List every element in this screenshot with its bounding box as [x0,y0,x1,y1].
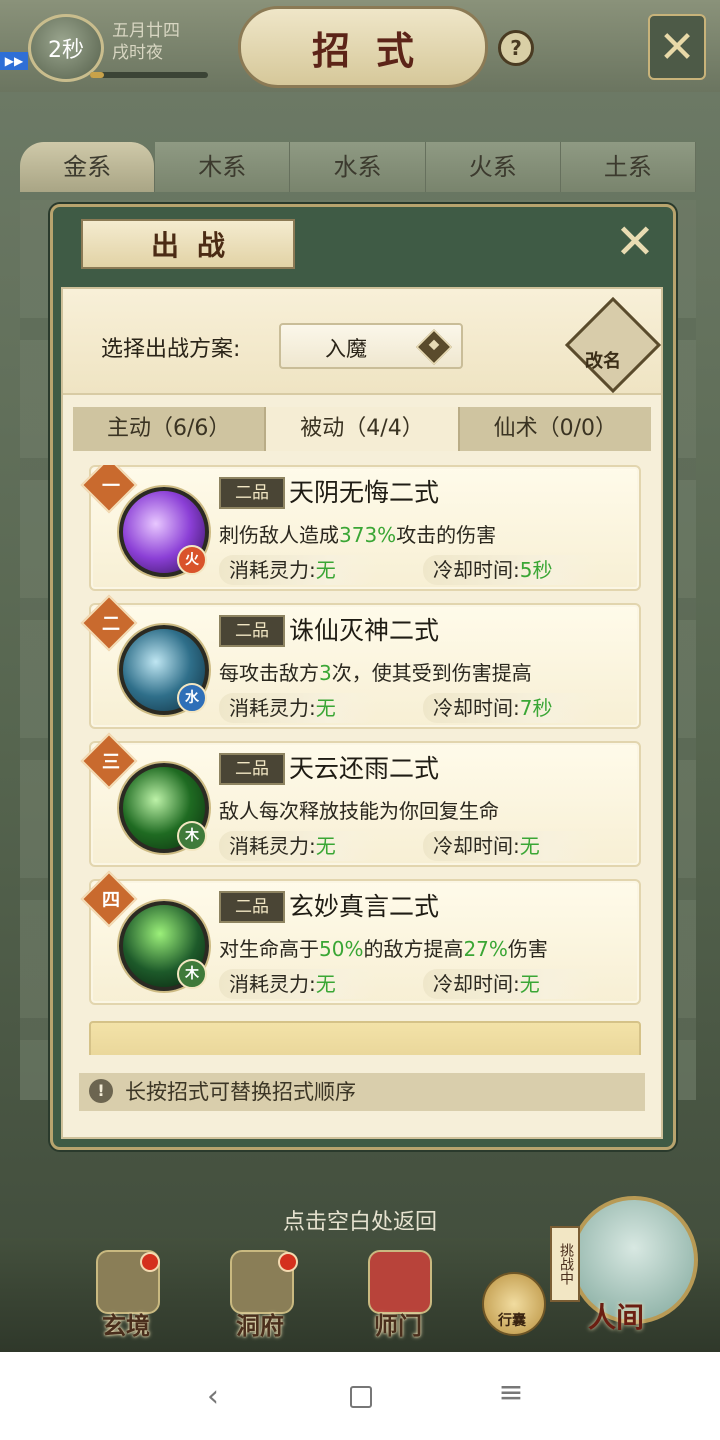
mana-cost: 消耗灵力:无 [219,693,377,723]
nav-label: 玄境 [102,1311,150,1340]
modal-close-icon[interactable]: ✕ [613,217,657,267]
rank-number: 三 [102,752,120,773]
page-title: 招式 [311,27,440,73]
mana-cost: 消耗灵力:无 [219,555,377,585]
info-icon: ! [89,1079,113,1103]
mana-cost: 消耗灵力:无 [219,969,377,999]
element-tabs: 金系 木系 水系 火系 土系 [20,142,697,192]
skill-description: 对生命高于50%的敌方提高27%伤害 [219,937,548,961]
tab-active-skills[interactable]: 主动（6/6） [73,407,264,451]
time-progress-bar [90,72,208,78]
close-icon[interactable]: ✕ [648,14,706,80]
rank-number: 一 [102,476,120,497]
tab-passive-skills[interactable]: 被动（4/4） [264,407,460,451]
tab-earth[interactable]: 土系 [560,142,697,192]
mana-cost: 消耗灵力:无 [219,831,377,861]
world-label: 人间 [588,1301,645,1334]
grade-tag: 二品 [219,615,285,647]
grade-tag: 二品 [219,477,285,509]
home-icon[interactable] [350,1386,372,1408]
grade-tag: 二品 [219,753,285,785]
wood-element-badge: 木 [177,821,207,851]
skill-card[interactable]: 三 木 二品 天云还雨二式 敌人每次释放技能为你回复生命 消耗灵力:无 冷却时间… [80,732,641,867]
skill-name: 天云还雨二式 [289,754,440,783]
date-line-1: 五月廿四 [112,21,180,41]
bag-label: 行囊 [498,1313,526,1329]
rank-number: 二 [102,614,120,635]
fire-element-badge: 火 [177,545,207,575]
chevron-down-icon [415,328,453,366]
tab-fire[interactable]: 火系 [425,142,561,192]
skill-card[interactable]: 四 木 二品 玄妙真言二式 对生命高于50%的敌方提高27%伤害 消耗灵力:无 … [80,870,641,1005]
game-date: 五月廿四 戌时夜 [112,20,180,64]
nav-dongfu[interactable]: 洞府 [212,1246,308,1346]
skill-name: 玄妙真言二式 [289,892,440,921]
plan-row: 选择出战方案: 入魔 改名 [63,289,662,395]
nav-shimen[interactable]: 师门 [350,1246,446,1346]
skill-description: 敌人每次释放技能为你回复生命 [219,799,499,823]
plan-value: 入魔 [325,337,367,361]
cooldown: 冷却时间:7秒 [423,693,599,723]
rank-number: 四 [102,890,120,911]
skill-description: 刺伤敌人造成373%攻击的伤害 [219,523,497,547]
water-element-badge: 水 [177,683,207,713]
back-icon[interactable]: ‹ [198,1382,228,1412]
modal-title-plaque: 出战 [81,219,295,269]
nav-label: 师门 [374,1311,422,1340]
wood-element-badge: 木 [177,959,207,989]
tab-immortal-arts[interactable]: 仙术（0/0） [460,407,651,451]
skill-type-tabs: 主动（6/6） 被动（4/4） 仙术（0/0） [73,407,651,451]
nav-label: 洞府 [236,1311,284,1340]
empty-skill-slot[interactable] [89,1021,641,1055]
modal-title: 出战 [150,229,243,262]
battle-modal: 出战 ✕ 选择出战方案: 入魔 改名 主动（6/6） 被动（4/4） 仙术（0/… [50,204,676,1150]
skill-list: 一 火 二品 天阴无悔二式 刺伤敌人造成373%攻击的伤害 消耗灵力:无 冷却时… [63,465,661,1055]
nav-xuanjing[interactable]: 玄境 [78,1246,174,1346]
menu-icon[interactable]: ≡ [496,1378,526,1408]
notification-dot [278,1252,298,1272]
notification-dot [140,1252,160,1272]
skill-card[interactable]: 一 火 二品 天阴无悔二式 刺伤敌人造成373%攻击的伤害 消耗灵力:无 冷却时… [80,465,641,591]
banner-icon [368,1250,432,1314]
date-line-2: 戌时夜 [112,43,163,63]
hint-bar: ! 长按招式可替换招式顺序 [79,1073,645,1111]
skill-description: 每攻击敌方3次，使其受到伤害提高 [219,661,532,685]
grade-tag: 二品 [219,891,285,923]
cooldown: 冷却时间:5秒 [423,555,599,585]
tab-metal[interactable]: 金系 [20,142,156,192]
skill-name: 诛仙灭神二式 [289,616,440,645]
challenge-tag: 挑战中 [550,1226,580,1302]
cooldown: 冷却时间:无 [423,831,599,861]
help-icon[interactable]: ? [498,30,534,66]
skill-card[interactable]: 二 水 二品 诛仙灭神二式 每攻击敌方3次，使其受到伤害提高 消耗灵力:无 冷却… [80,594,641,729]
rename-button[interactable] [564,296,662,394]
page-title-plaque: 招式 [238,6,488,88]
top-bar: 2秒 五月廿四 戌时夜 ▶▶ 招式 ? ✕ [0,0,720,92]
plan-label: 选择出战方案: [101,337,241,362]
hint-text: 长按招式可替换招式顺序 [125,1080,356,1104]
system-navigation-bar: ‹ ≡ [0,1352,720,1440]
fast-forward-icon[interactable]: ▶▶ [0,52,28,70]
game-screen: 2秒 五月廿四 戌时夜 ▶▶ 招式 ? ✕ 金系 木系 水系 火系 土系 出战 … [0,0,720,1352]
modal-body: 选择出战方案: 入魔 改名 主动（6/6） 被动（4/4） 仙术（0/0） 一 [61,287,663,1139]
rename-label[interactable]: 改名 [585,347,621,373]
cooldown: 冷却时间:无 [423,969,599,999]
plan-dropdown[interactable]: 入魔 [279,323,463,369]
tab-wood[interactable]: 木系 [155,142,291,192]
tab-water[interactable]: 水系 [290,142,426,192]
skill-name: 天阴无悔二式 [289,478,440,507]
